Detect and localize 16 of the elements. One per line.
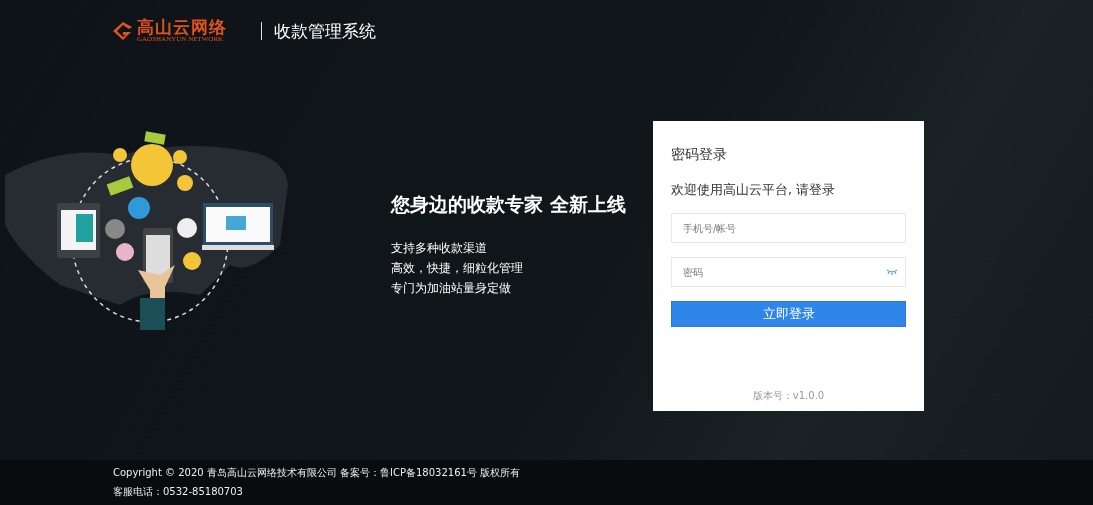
feature-text: 支持多种收款渠道 (391, 240, 488, 257)
password-field[interactable]: 密码 (671, 257, 906, 287)
feature-text: 高效，快捷，细粒化管理 (391, 260, 524, 277)
footer-text: Copyright © 2020 青岛高山云网络技术有限公司 备案号：鲁ICP备18032161号 版权所有 (113, 466, 522, 480)
logo-icon (112, 21, 134, 41)
login-title: 密码登录 (671, 146, 728, 164)
feature-text: 专门为加油站量身定做 (391, 280, 512, 297)
version-text: 版本号：v1.0.0 (751, 389, 826, 403)
system-title: 收款管理系统 (274, 19, 376, 43)
promo-headline: 您身边的收款专家 全新上线 (391, 192, 627, 217)
logo-text: 高山云网络 (137, 19, 227, 36)
footer-text: 客服电话：0532-85180703 (113, 485, 244, 499)
login-button[interactable]: 立即登录 (671, 301, 906, 327)
closed-eye-icon[interactable] (886, 269, 898, 275)
welcome-text: 欢迎使用高山云平台, 请登录 (671, 182, 836, 199)
account-field[interactable]: 手机号/帐号 (671, 213, 906, 243)
